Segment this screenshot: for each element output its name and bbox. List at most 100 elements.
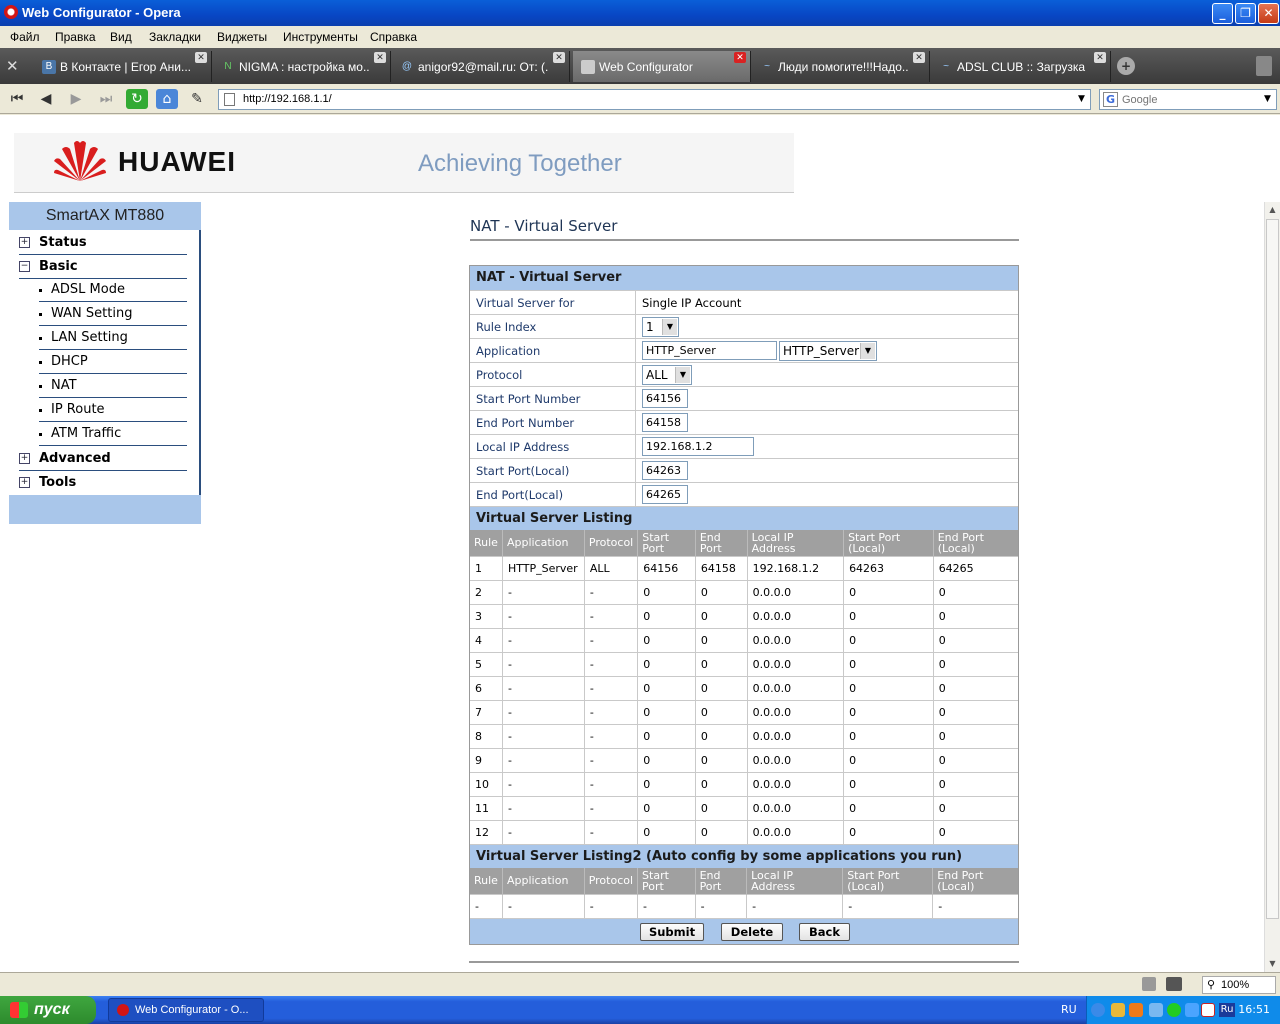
vertical-scrollbar[interactable]: ▲ ▼ <box>1264 202 1280 972</box>
keyboard-layout-icon[interactable]: Ru <box>1219 1003 1235 1017</box>
menu-tools[interactable]: Инструменты <box>283 30 358 44</box>
antivirus-icon[interactable] <box>1201 1003 1215 1017</box>
protocol-select[interactable]: ALL ▼ <box>642 365 692 385</box>
sidebar-item-lan-setting[interactable]: LAN Setting <box>39 327 187 350</box>
delete-button[interactable]: Delete <box>721 923 783 941</box>
tab-close-icon[interactable]: ✕ <box>734 52 746 63</box>
tab-close-icon[interactable]: ✕ <box>195 52 207 63</box>
icq-icon[interactable] <box>1167 1003 1181 1017</box>
trash-icon[interactable] <box>1256 56 1272 76</box>
local-ip-input[interactable]: 192.168.1.2 <box>642 437 754 456</box>
scroll-thumb[interactable] <box>1266 219 1279 919</box>
start-port-local-input[interactable]: 64263 <box>642 461 688 480</box>
minimize-button[interactable]: _ <box>1212 3 1233 24</box>
table-row[interactable]: -------- <box>470 893 1018 918</box>
status-bar: ⚲ 100% <box>0 972 1280 996</box>
tab-close-icon[interactable]: ✕ <box>553 52 565 63</box>
tab-adsl-club[interactable]: ~ ADSL CLUB :: Загрузка ... ✕ <box>931 51 1111 82</box>
address-field[interactable]: http://192.168.1.1/ ▼ <box>218 89 1091 110</box>
tab-close-icon[interactable]: ✕ <box>913 52 925 63</box>
home-icon[interactable]: ⌂ <box>156 89 178 109</box>
start-port-input[interactable]: 64156 <box>642 389 688 408</box>
menu-edit[interactable]: Правка <box>55 30 96 44</box>
field-row: Rule Index 1 ▼ <box>470 314 1018 339</box>
start-button[interactable]: пуск <box>0 996 96 1024</box>
tab-web-configurator[interactable]: Web Configurator ✕ <box>573 51 751 82</box>
table-row[interactable]: 1 HTTP_Server ALL 64156 64158 192.168.1.2 6426… <box>470 555 1018 580</box>
application-select[interactable]: HTTP_Server ▼ <box>779 341 877 361</box>
opera-icon <box>117 1004 129 1016</box>
end-port-input[interactable]: 64158 <box>642 413 688 432</box>
reload-icon[interactable]: ↻ <box>126 89 148 109</box>
sidebar-item-ip-route[interactable]: IP Route <box>39 399 187 422</box>
rule-index-select[interactable]: 1 ▼ <box>642 317 679 337</box>
submit-button[interactable]: Submit <box>640 923 704 941</box>
fast-forward-icon[interactable]: ⏭ <box>95 89 117 109</box>
chevron-down-icon[interactable]: ▼ <box>1074 91 1089 108</box>
chevron-down-icon[interactable]: ▼ <box>1260 91 1275 108</box>
table-cell: 0.0.0.0 <box>746 675 844 700</box>
application-input[interactable]: HTTP_Server <box>642 341 777 360</box>
search-input[interactable] <box>1122 92 1260 107</box>
back-button[interactable]: Back <box>799 923 850 941</box>
expand-icon[interactable]: + <box>19 237 30 248</box>
table-row[interactable]: 7- -0 0 0.0.0.0 0 0 <box>470 699 1018 724</box>
table-row[interactable]: 9- -0 0 0.0.0.0 0 0 <box>470 747 1018 772</box>
sidebar-item-tools[interactable]: + Tools <box>19 472 187 495</box>
tab-vkontakte[interactable]: В В Контакте | Егор Ани... ✕ <box>34 51 212 82</box>
menu-file[interactable]: Файл <box>10 30 40 44</box>
new-tab-icon[interactable]: + <box>1117 57 1135 75</box>
table-row[interactable]: 11- -0 0 0.0.0.0 0 0 <box>470 795 1018 820</box>
expand-icon[interactable]: + <box>19 453 30 464</box>
download-icon[interactable] <box>1185 1003 1199 1017</box>
close-button[interactable]: ✕ <box>1258 3 1279 24</box>
end-port-local-input[interactable]: 64265 <box>642 485 688 504</box>
table-row[interactable]: 3- -0 0 0.0.0.0 0 0 <box>470 603 1018 628</box>
tray-icon[interactable] <box>1111 1003 1125 1017</box>
sidebar-item-wan-setting[interactable]: WAN Setting <box>39 303 187 326</box>
table-row[interactable]: 8- -0 0 0.0.0.0 0 0 <box>470 723 1018 748</box>
collapse-icon[interactable]: − <box>19 261 30 272</box>
taskbar-item-opera[interactable]: Web Configurator - O... <box>108 998 264 1022</box>
table-row[interactable]: 6- -0 0 0.0.0.0 0 0 <box>470 675 1018 700</box>
table-row[interactable]: 5- -0 0 0.0.0.0 0 0 <box>470 651 1018 676</box>
expand-icon[interactable]: + <box>19 477 30 488</box>
scroll-up-icon[interactable]: ▲ <box>1265 202 1280 218</box>
back-icon[interactable]: ◀ <box>35 89 57 109</box>
tab-close-icon[interactable]: ✕ <box>1094 52 1106 63</box>
sidebar-item-atm-traffic[interactable]: ATM Traffic <box>39 423 187 446</box>
search-field[interactable]: G ▼ <box>1099 89 1277 110</box>
tray-icon[interactable] <box>1091 1003 1105 1017</box>
sidebar-item-adsl-mode[interactable]: ADSL Mode <box>39 279 187 302</box>
menu-bookmarks[interactable]: Закладки <box>149 30 201 44</box>
panel-icon[interactable] <box>1142 977 1156 991</box>
menu-help[interactable]: Справка <box>370 30 417 44</box>
language-indicator[interactable]: RU <box>1061 1003 1077 1016</box>
menu-view[interactable]: Вид <box>110 30 132 44</box>
sidebar-item-basic[interactable]: − Basic <box>19 256 187 279</box>
sidebar-item-advanced[interactable]: + Advanced <box>19 448 187 471</box>
forward-icon[interactable]: ▶ <box>65 89 87 109</box>
table-row[interactable]: 10- -0 0 0.0.0.0 0 0 <box>470 771 1018 796</box>
sidebar-footer <box>9 495 201 524</box>
tab-mail[interactable]: @ anigor92@mail.ru: От: (... ✕ <box>392 51 570 82</box>
camera-icon[interactable] <box>1166 977 1182 991</box>
tools-icon[interactable]: ✕ <box>6 57 26 75</box>
tab-nigma[interactable]: N NIGMA : настройка мо... ✕ <box>213 51 391 82</box>
edit-icon[interactable]: ✎ <box>186 89 208 109</box>
tab-forum[interactable]: ~ Люди помогите!!!Надо... ✕ <box>752 51 930 82</box>
rewind-icon[interactable]: ⏮ <box>6 89 28 109</box>
tab-close-icon[interactable]: ✕ <box>374 52 386 63</box>
sidebar-item-status[interactable]: + Status <box>19 232 187 255</box>
maximize-button[interactable]: ❐ <box>1235 3 1256 24</box>
table-row[interactable]: 2- -0 0 0.0.0.0 0 0 <box>470 579 1018 604</box>
table-row[interactable]: 4- -0 0 0.0.0.0 0 0 <box>470 627 1018 652</box>
scroll-down-icon[interactable]: ▼ <box>1265 956 1280 972</box>
sound-icon[interactable] <box>1149 1003 1163 1017</box>
media-icon[interactable] <box>1129 1003 1143 1017</box>
sidebar-item-nat[interactable]: NAT <box>39 375 187 398</box>
table-row[interactable]: 12- -0 0 0.0.0.0 0 0 <box>470 819 1018 844</box>
zoom-control[interactable]: ⚲ 100% <box>1202 976 1276 994</box>
menu-widgets[interactable]: Виджеты <box>217 30 267 44</box>
sidebar-item-dhcp[interactable]: DHCP <box>39 351 187 374</box>
